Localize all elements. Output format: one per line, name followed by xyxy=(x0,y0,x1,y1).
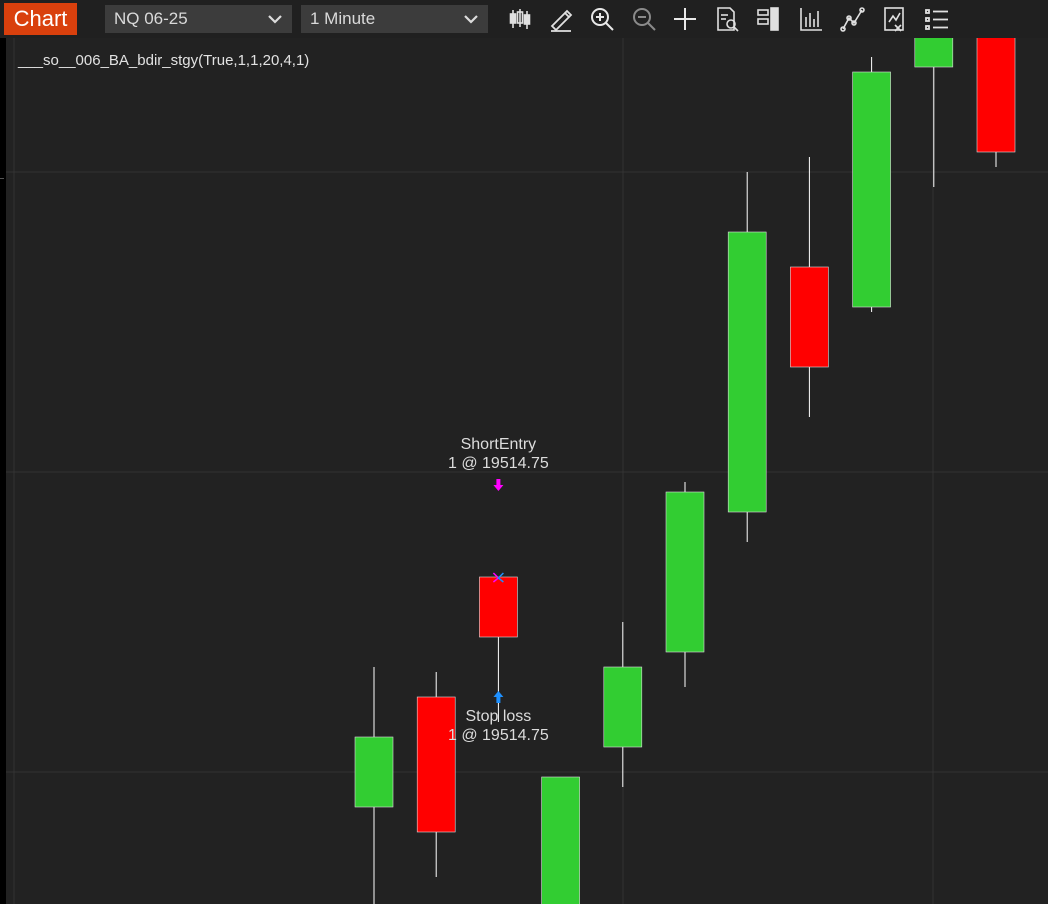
candle-down xyxy=(790,266,829,368)
candle-up xyxy=(852,71,891,308)
strategies-icon[interactable] xyxy=(839,5,867,33)
instrument-value: NQ 06-25 xyxy=(114,9,188,28)
candle-down xyxy=(479,576,518,638)
candle-up xyxy=(914,38,954,68)
stop-loss-detail: 1 @ 19514.75 xyxy=(448,727,549,744)
stop-loss-label: Stop loss 1 @ 19514.75 xyxy=(418,707,578,745)
short-entry-label: ShortEntry 1 @ 19514.75 xyxy=(418,435,578,473)
short-entry-title: ShortEntry xyxy=(460,436,537,453)
short-entry-arrow-icon xyxy=(493,479,504,491)
indicators-icon[interactable] xyxy=(797,5,825,33)
candle-up xyxy=(603,666,643,748)
chart-panel[interactable]: ___so__006_BA_bdir_stgy(True,1,1,20,4,1)… xyxy=(6,38,1048,904)
instrument-selector[interactable]: NQ 06-25 xyxy=(105,5,292,33)
chart-trader-icon[interactable] xyxy=(755,5,783,33)
axis-tick xyxy=(0,178,4,179)
templates-icon[interactable] xyxy=(881,5,909,33)
short-entry-detail: 1 @ 19514.75 xyxy=(448,455,549,472)
properties-list-icon[interactable] xyxy=(923,5,951,33)
stop-loss-arrow-icon xyxy=(493,691,504,703)
candle-down xyxy=(976,38,1016,153)
chevron-down-icon xyxy=(464,15,478,24)
zoom-in-icon[interactable] xyxy=(588,5,616,33)
chart-toolbar: Chart NQ 06-25 1 Minute xyxy=(0,0,1048,38)
candle-up xyxy=(727,231,767,513)
chevron-down-icon xyxy=(268,15,282,24)
strategy-label: ___so__006_BA_bdir_stgy(True,1,1,20,4,1) xyxy=(18,52,310,69)
data-box-icon[interactable] xyxy=(713,5,741,33)
chart-tab[interactable]: Chart xyxy=(4,3,77,35)
crosshair-icon[interactable] xyxy=(671,5,699,33)
interval-value: 1 Minute xyxy=(310,9,376,28)
stop-loss-title: Stop loss xyxy=(465,708,532,725)
candle-up xyxy=(541,776,580,904)
candle-up xyxy=(665,491,705,653)
zoom-out-icon[interactable] xyxy=(630,5,658,33)
drawing-tool-icon[interactable] xyxy=(547,5,575,33)
bar-type-icon[interactable] xyxy=(505,5,533,33)
candle-up xyxy=(354,736,394,808)
interval-selector[interactable]: 1 Minute xyxy=(301,5,488,33)
